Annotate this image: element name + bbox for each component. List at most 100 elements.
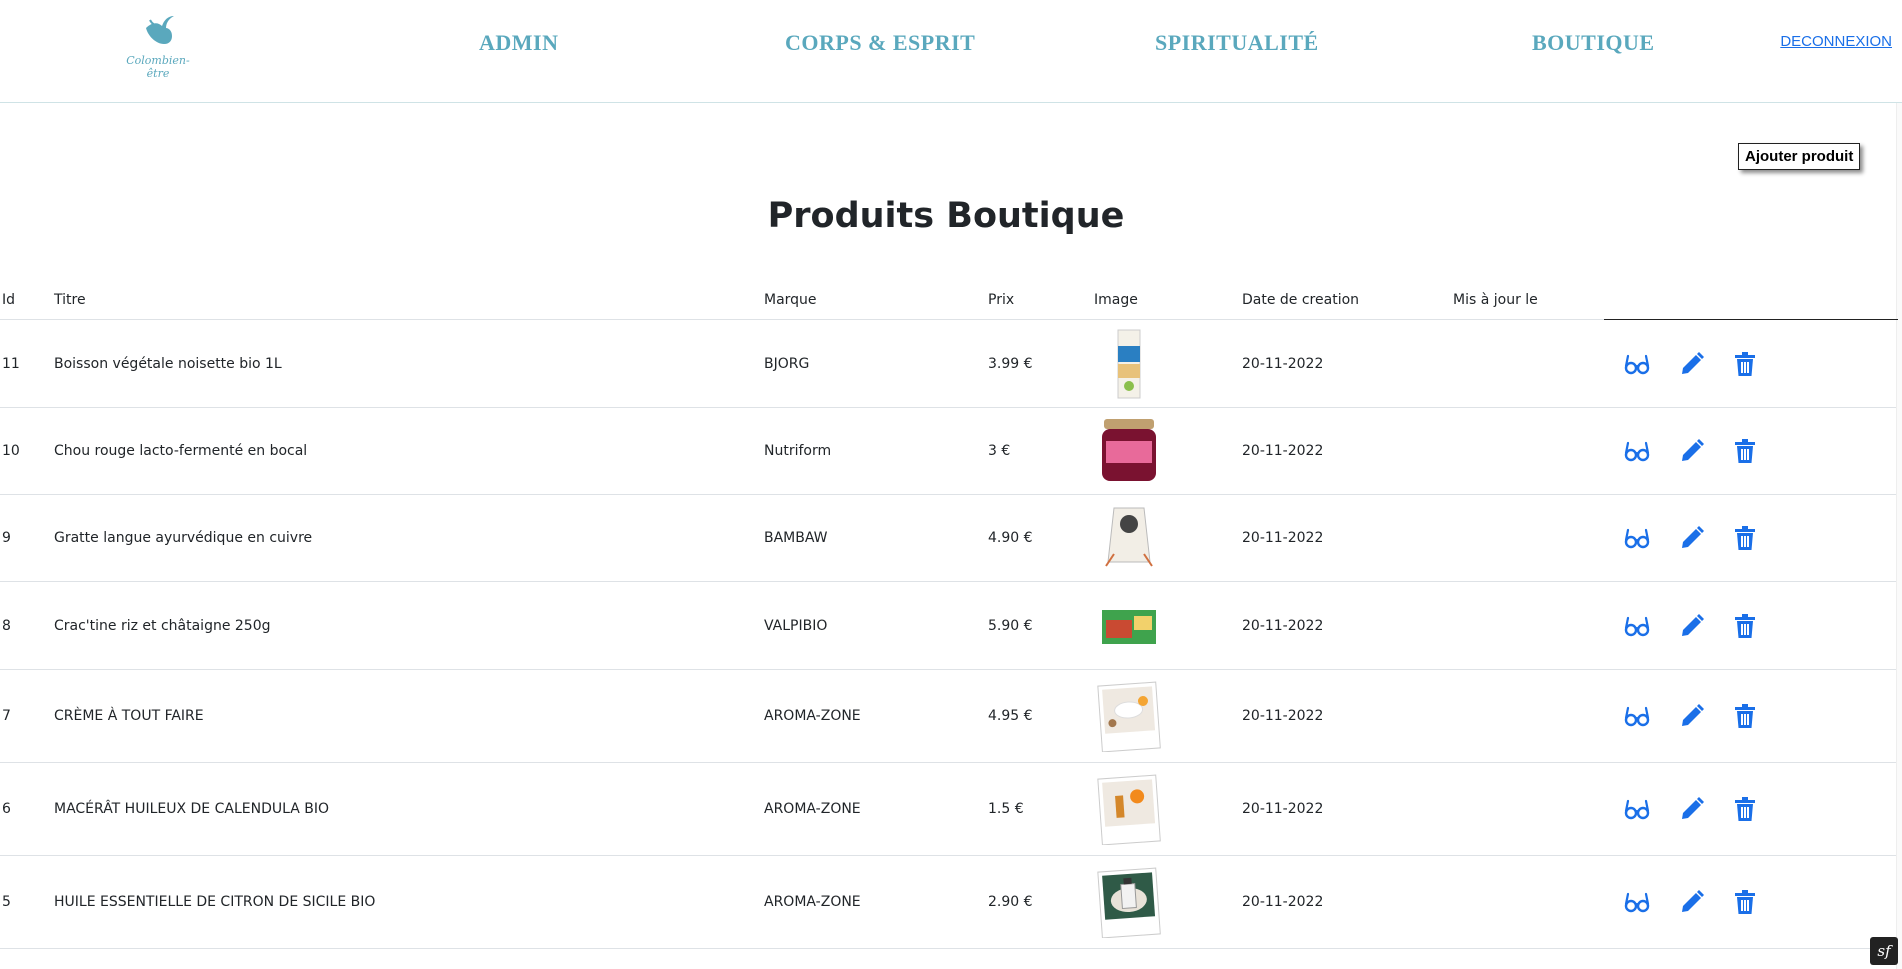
cell-title: MACÉRÂT HUILEUX DE CALENDULA BIO (54, 801, 329, 817)
cell-title: Chou rouge lacto-fermenté en bocal (54, 443, 308, 459)
cell-brand: BAMBAW (764, 530, 828, 546)
cell-price: 5.90 € (988, 617, 1033, 634)
table-row: 9 Gratte langue ayurvédique en cuivre BAMB… (0, 495, 1896, 582)
cell-created: 20-11-2022 (1242, 443, 1324, 459)
cell-brand: AROMA-ZONE (764, 801, 861, 817)
glasses-icon (1623, 799, 1651, 827)
pencil-icon (1678, 526, 1706, 556)
cell-id: 10 (2, 443, 20, 459)
pencil-icon (1678, 704, 1706, 734)
logout-link[interactable]: DECONNEXION (1780, 33, 1892, 50)
pencil-icon (1678, 439, 1706, 469)
products-table: Id Titre Marque Prix Image Date de creat… (0, 280, 1898, 949)
glasses-icon (1623, 354, 1651, 382)
product-image (1094, 502, 1164, 574)
add-product-button[interactable]: Ajouter produit (1738, 143, 1861, 170)
cell-id: 11 (2, 355, 20, 372)
pencil-icon (1678, 890, 1706, 920)
view-button[interactable] (1623, 524, 1651, 552)
cell-id: 5 (2, 894, 11, 910)
delete-button[interactable] (1731, 437, 1759, 465)
product-image (1094, 866, 1164, 939)
header-image: Image (1094, 292, 1138, 308)
delete-button[interactable] (1731, 524, 1759, 552)
view-button[interactable] (1623, 437, 1651, 465)
page-title: Produits Boutique (767, 196, 1125, 236)
nav-boutique[interactable]: BOUTIQUE (1532, 30, 1655, 56)
cell-brand: BJORG (764, 355, 810, 372)
cell-created: 20-11-2022 (1242, 617, 1324, 634)
cell-created: 20-11-2022 (1242, 801, 1324, 817)
cell-created: 20-11-2022 (1242, 355, 1324, 372)
edit-button[interactable] (1678, 612, 1706, 640)
edit-button[interactable] (1678, 795, 1706, 823)
product-image (1094, 590, 1164, 662)
glasses-icon (1623, 892, 1651, 920)
glasses-icon (1623, 706, 1651, 734)
view-button[interactable] (1623, 702, 1651, 730)
scrollbar[interactable] (1896, 103, 1902, 969)
cell-title: HUILE ESSENTIELLE DE CITRON DE SICILE BI… (54, 894, 376, 910)
trash-icon (1731, 890, 1759, 920)
view-button[interactable] (1623, 350, 1651, 378)
edit-button[interactable] (1678, 437, 1706, 465)
cell-created: 20-11-2022 (1242, 530, 1324, 546)
cell-id: 6 (2, 801, 11, 817)
site-header: Colombien-être ADMIN CORPS & ESPRIT SPIR… (0, 0, 1902, 103)
cell-id: 8 (2, 617, 11, 634)
view-button[interactable] (1623, 612, 1651, 640)
product-image (1094, 773, 1164, 846)
cell-title: Gratte langue ayurvédique en cuivre (54, 530, 313, 546)
cell-title: Boisson végétale noisette bio 1L (54, 355, 282, 372)
edit-button[interactable] (1678, 350, 1706, 378)
cell-created: 20-11-2022 (1242, 708, 1324, 724)
header-title: Titre (54, 292, 86, 308)
edit-button[interactable] (1678, 702, 1706, 730)
delete-button[interactable] (1731, 350, 1759, 378)
delete-button[interactable] (1731, 612, 1759, 640)
trash-icon (1731, 439, 1759, 469)
table-row: 11 Boisson végétale noisette bio 1L BJORG 3… (0, 320, 1896, 408)
cell-price: 3 € (988, 443, 1011, 459)
table-row: 5 HUILE ESSENTIELLE DE CITRON DE SICILE B… (0, 856, 1896, 949)
trash-icon (1731, 704, 1759, 734)
trash-icon (1731, 613, 1759, 644)
trash-icon (1731, 526, 1759, 556)
delete-button[interactable] (1731, 702, 1759, 730)
cell-title: CRÈME À TOUT FAIRE (54, 708, 204, 724)
dove-icon (146, 16, 174, 44)
edit-button[interactable] (1678, 888, 1706, 916)
cell-id: 9 (2, 530, 11, 546)
pencil-icon (1678, 613, 1706, 644)
nav-spiritualite[interactable]: SPIRITUALITÉ (1155, 30, 1319, 56)
trash-icon (1731, 797, 1759, 827)
header-id: Id (2, 292, 16, 308)
product-image (1094, 680, 1164, 753)
glasses-icon (1623, 441, 1651, 469)
table-header: Id Titre Marque Prix Image Date de creat… (0, 280, 1898, 320)
view-button[interactable] (1623, 795, 1651, 823)
table-body: 11 Boisson végétale noisette bio 1L BJORG 3… (0, 320, 1896, 949)
header-price: Prix (988, 292, 1015, 308)
product-image (1094, 328, 1164, 400)
logo-text: Colombien-être (126, 54, 190, 80)
symfony-toolbar-icon[interactable]: sf (1870, 937, 1898, 965)
cell-brand: AROMA-ZONE (764, 708, 861, 724)
edit-button[interactable] (1678, 524, 1706, 552)
table-row: 10 Chou rouge lacto-fermenté en bocal Nutr… (0, 408, 1896, 495)
cell-price: 4.90 € (988, 530, 1033, 546)
delete-button[interactable] (1731, 888, 1759, 916)
header-updated: Mis à jour le (1453, 292, 1538, 308)
nav-corps-esprit[interactable]: CORPS & ESPRIT (785, 30, 975, 56)
cell-brand: AROMA-ZONE (764, 894, 861, 910)
nav-admin[interactable]: ADMIN (479, 30, 559, 56)
trash-icon (1731, 351, 1759, 382)
cell-brand: Nutriform (764, 443, 832, 459)
cell-brand: VALPIBIO (764, 617, 828, 634)
product-image (1094, 415, 1164, 487)
cell-price: 4.95 € (988, 708, 1033, 724)
site-logo[interactable]: Colombien-être (118, 14, 198, 80)
view-button[interactable] (1623, 888, 1651, 916)
cell-created: 20-11-2022 (1242, 894, 1324, 910)
delete-button[interactable] (1731, 795, 1759, 823)
